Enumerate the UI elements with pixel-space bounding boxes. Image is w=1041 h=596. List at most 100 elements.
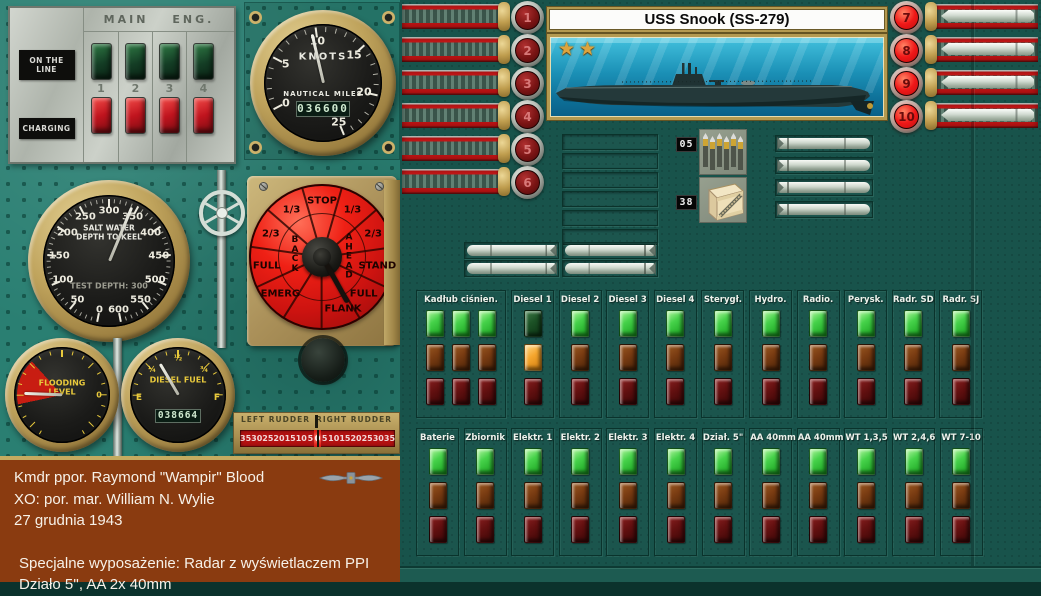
telegraph-knob[interactable]	[301, 338, 345, 382]
status-light-green	[452, 310, 470, 337]
rudder-scale-right-20: 20	[350, 430, 361, 447]
status-panel-label: Hydro.	[750, 295, 791, 305]
status-light-green	[857, 448, 875, 475]
bow-tube-3-button[interactable]: 3	[511, 67, 544, 100]
status-light-column	[476, 448, 494, 543]
telegraph-hub-cap	[313, 248, 331, 266]
rudder-scale-left-20: 20	[273, 430, 284, 447]
gauge-tick	[353, 38, 357, 43]
gauge-tick	[157, 293, 161, 296]
rudder-scale-left-25: 25	[262, 430, 273, 447]
gauge-tick	[153, 297, 157, 300]
status-light-green	[429, 448, 447, 475]
status-light-green	[857, 310, 875, 337]
bow-tube-2	[402, 37, 510, 62]
engine-lamp-columns: 1234	[84, 32, 234, 162]
status-panel-radr-sj: Radr. SJ	[939, 290, 982, 418]
gauge-tick	[136, 312, 139, 316]
engine-telegraph-dial[interactable]: STOP1/32/3FULLEMERG1/32/3STANDFULLFLANKB…	[249, 184, 395, 330]
fuel-fraction-label: ¾	[200, 364, 208, 373]
gauge-tick	[325, 27, 327, 32]
status-light-green	[762, 448, 780, 475]
shell-icon	[731, 133, 736, 167]
loaded-torpedo	[941, 10, 1034, 23]
speed-tick-label: 0	[282, 96, 290, 109]
gauge-tick	[344, 32, 347, 37]
telegraph-ahead-full: FULL	[350, 289, 378, 300]
ship-profile-view: ★★	[547, 34, 887, 120]
gauge-tick	[48, 272, 52, 274]
bow-tube-2-button[interactable]: 2	[511, 34, 544, 67]
status-panel-radr-sd: Radr. SD	[892, 290, 935, 418]
loaded-torpedo	[941, 76, 1034, 89]
status-light-red	[524, 378, 542, 405]
status-lights	[655, 310, 696, 405]
status-light-column	[426, 310, 444, 405]
gauge-tick	[371, 63, 376, 66]
rudder-scale-left-30: 30	[251, 430, 262, 447]
tube-body	[402, 70, 503, 95]
status-panel-wt-7-10: WT 7-10	[940, 428, 983, 556]
telegraph-stop-label: STOP	[307, 196, 337, 207]
status-light-column	[571, 310, 589, 405]
bow-tube-1-button[interactable]: 1	[511, 1, 544, 34]
status-light-green	[619, 310, 637, 337]
gauge-tick	[134, 383, 138, 385]
status-light-red	[524, 516, 542, 543]
stern-tube-10-button[interactable]: 10	[890, 100, 923, 133]
shell-icon	[738, 136, 743, 170]
gauge-tick	[125, 202, 127, 206]
status-light-red	[571, 378, 589, 405]
gauge-tick	[166, 272, 170, 274]
depth-gauge: SALT WATER DEPTH TO KEEL TEST DEPTH: 300…	[43, 195, 175, 327]
tube-cap-icon	[925, 68, 937, 97]
status-panel-zbiornik: Zbiornik	[464, 428, 507, 556]
bow-tube-4-button[interactable]: 4	[511, 100, 544, 133]
status-light-red	[952, 516, 970, 543]
status-light-orange	[714, 344, 732, 371]
rudder-scale-right-30: 30	[373, 430, 384, 447]
status-panel-diesel-1: Diesel 1	[511, 290, 554, 418]
status-panel-hydro: Hydro.	[749, 290, 792, 418]
patrol-date: 27 grudnia 1943	[14, 510, 400, 532]
gauge-tick	[100, 394, 107, 395]
gauge-tick	[279, 48, 284, 52]
status-panel-label: Elektr. 4	[655, 433, 696, 443]
nautical-miles-label: NAUTICAL MILES	[283, 90, 362, 98]
engine-1-online-lamp	[91, 43, 112, 80]
status-light-green	[809, 448, 827, 475]
submarine-management-screen: ON THE LINE CHARGING MAIN ENG. 1234 KNOT…	[0, 0, 1041, 582]
valve-handwheel[interactable]	[199, 190, 245, 236]
rudder-scale-right-10: 10	[328, 430, 339, 447]
status-light-green	[905, 448, 923, 475]
gauge-tick	[269, 97, 274, 100]
engine-column-4: 4	[186, 32, 220, 162]
status-lights	[941, 448, 982, 543]
telegraph-ahead-2-3: 2/3	[364, 229, 382, 240]
gauge-tick	[69, 213, 72, 217]
flooding-label1: FLOODING	[39, 379, 86, 388]
status-lights	[750, 448, 791, 543]
depth-tick-label: 50	[70, 294, 84, 305]
shell-icon	[717, 133, 722, 167]
gauge-tick	[369, 103, 374, 106]
gauge-tick	[295, 34, 299, 39]
ship-name-plate: USS Snook (SS-279)	[547, 7, 887, 32]
speed-tick-label: 15	[346, 48, 361, 61]
status-light-column	[619, 310, 637, 405]
status-light-green	[762, 310, 780, 337]
status-light-red	[905, 516, 923, 543]
stern-tube-8-button[interactable]: 8	[890, 34, 923, 67]
status-lights	[512, 310, 553, 405]
bow-tube-3	[402, 70, 510, 95]
tube-button-number: 1	[515, 5, 540, 30]
stern-tube-9-button[interactable]: 9	[890, 67, 923, 100]
stern-tube-7-button[interactable]: 7	[890, 1, 923, 34]
reserve-torpedo	[778, 138, 870, 149]
status-light-red	[809, 378, 827, 405]
status-panel-label: WT 7-10	[941, 433, 982, 443]
status-light-orange	[762, 344, 780, 371]
depth-tick-label: 500	[145, 275, 166, 286]
tube-body	[402, 37, 503, 62]
gauge-tick	[164, 243, 168, 245]
